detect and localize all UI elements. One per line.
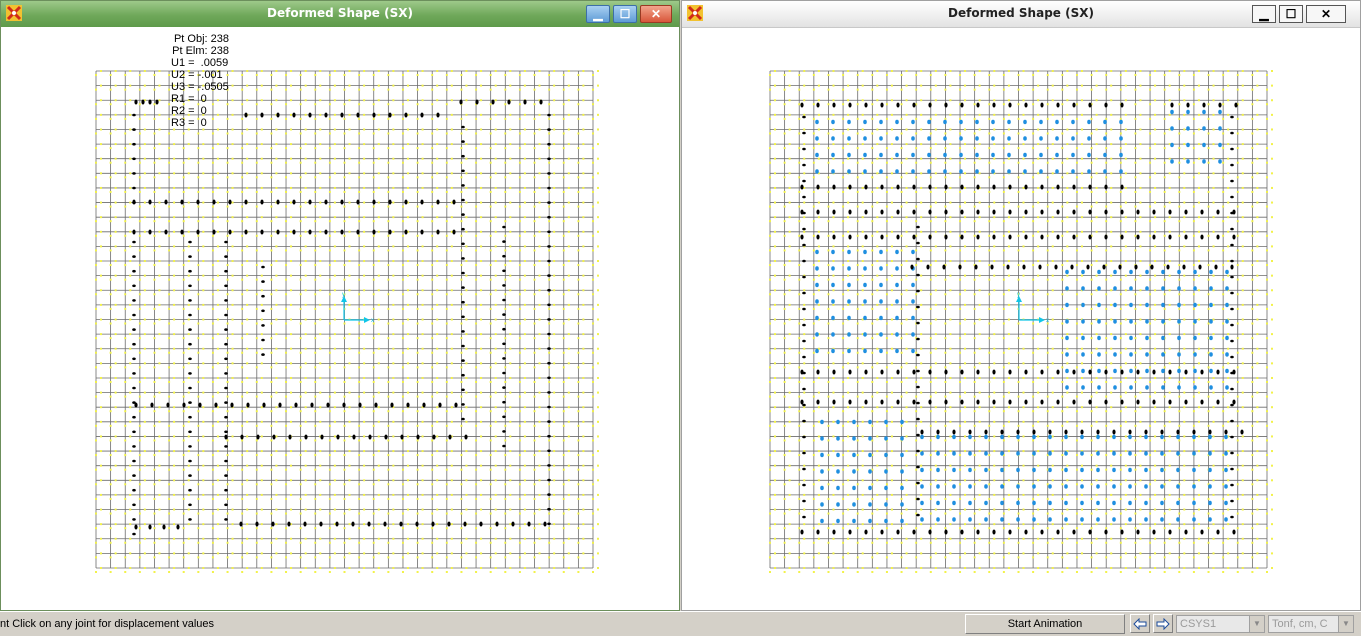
left-col-1 <box>132 114 136 204</box>
left-band-1 <box>132 199 455 204</box>
coordinate-system-select[interactable]: CSYS1 ▼ <box>1176 615 1265 633</box>
right-axes-icon <box>1016 296 1045 323</box>
right-col-3 <box>1230 116 1234 519</box>
status-bar: nt Click on any joint for displacement v… <box>0 611 1361 636</box>
r2-value: R2 = 0 <box>153 105 229 117</box>
start-animation-button[interactable]: Start Animation <box>965 614 1125 634</box>
arrow-right-icon <box>1156 618 1170 630</box>
left-model-canvas[interactable]: yx Pt Obj: 238 Pt Elm: 238 U1 = .0059 U2… <box>1 27 679 610</box>
left-bottom-left-dots <box>134 524 179 529</box>
u1-value: U1 = .0059 <box>153 57 229 69</box>
close-icon: ✕ <box>1321 7 1331 21</box>
right-mesh-joints <box>769 70 1273 573</box>
right-row-7 <box>800 399 1235 404</box>
right-row-3 <box>800 209 1235 214</box>
r1-value: R1 = 0 <box>153 93 229 105</box>
minimize-button[interactable]: ▁ <box>1252 5 1276 23</box>
right-shell-left <box>815 250 915 353</box>
maximize-button[interactable]: ☐ <box>1279 5 1303 23</box>
units-value: Tonf, cm, C <box>1272 618 1328 630</box>
arrow-left-icon <box>1133 618 1147 630</box>
right-titlebar[interactable]: Deformed Shape (SX) ▁ ☐ ✕ <box>682 1 1360 28</box>
right-row-5 <box>910 264 1233 269</box>
deformed-shape-plot-left[interactable]: yx <box>1 27 679 611</box>
maximize-icon: ☐ <box>620 7 631 21</box>
left-inner-col-4 <box>261 266 265 356</box>
units-select[interactable]: Tonf, cm, C ▼ <box>1268 615 1354 633</box>
r3-value: R3 = 0 <box>153 117 229 129</box>
left-band-2 <box>132 229 455 234</box>
right-row-1 <box>800 102 1123 107</box>
right-row-8 <box>920 429 1243 434</box>
minimize-icon: ▁ <box>593 7 602 21</box>
deformed-shape-plot-right[interactable]: yx <box>682 27 1360 611</box>
right-window[interactable]: Deformed Shape (SX) ▁ ☐ ✕ yx <box>681 0 1361 611</box>
close-button[interactable]: ✕ <box>1306 5 1346 23</box>
maximize-icon: ☐ <box>1286 7 1297 21</box>
next-step-button[interactable] <box>1153 614 1173 633</box>
u2-value: U2 = -.001 <box>153 69 229 81</box>
axis-y-label: y <box>342 292 345 298</box>
axis-y-label: y <box>1017 292 1020 298</box>
right-model-canvas[interactable]: yx <box>682 27 1360 610</box>
u3-value: U3 = -.0505 <box>153 81 229 93</box>
left-mesh-joints <box>95 70 599 573</box>
left-inner-col-1 <box>132 241 136 536</box>
minimize-icon: ▁ <box>1259 7 1268 21</box>
right-row-9 <box>800 529 1235 534</box>
left-right-col-1 <box>461 126 465 421</box>
axis-x-label: x <box>371 318 374 324</box>
right-row-2 <box>800 184 1123 189</box>
minimize-button[interactable]: ▁ <box>586 5 610 23</box>
window-title: Deformed Shape (SX) <box>1 6 679 20</box>
right-col-1 <box>802 116 806 519</box>
coordinate-system-value: CSYS1 <box>1180 618 1216 630</box>
right-shell-bottom-left <box>820 420 904 523</box>
axis-x-label: x <box>1046 318 1049 324</box>
right-shell-bottom <box>920 435 1228 522</box>
joint-displacement-readout: Pt Obj: 238 Pt Elm: 238 U1 = .0059 U2 = … <box>153 33 229 129</box>
right-col-2 <box>916 226 920 517</box>
pt-obj-label: Pt Obj: 238 <box>153 33 229 45</box>
status-message: nt Click on any joint for displacement v… <box>0 618 214 630</box>
right-row-10 <box>1170 102 1237 107</box>
right-row-6 <box>800 369 1235 374</box>
chevron-down-icon: ▼ <box>1249 616 1264 632</box>
left-inner-col-2 <box>188 241 192 521</box>
left-window[interactable]: Deformed Shape (SX) ▁ ☐ ✕ yx Pt Obj: 238… <box>0 0 680 611</box>
left-band-3 <box>134 402 457 407</box>
close-button[interactable]: ✕ <box>640 5 672 23</box>
pt-elm-label: Pt Elm: 238 <box>153 45 229 57</box>
left-titlebar[interactable]: Deformed Shape (SX) ▁ ☐ ✕ <box>1 1 679 27</box>
maximize-button[interactable]: ☐ <box>613 5 637 23</box>
close-icon: ✕ <box>651 7 661 21</box>
right-shell-top-right <box>1170 110 1222 164</box>
previous-step-button[interactable] <box>1130 614 1150 633</box>
chevron-down-icon: ▼ <box>1338 616 1353 632</box>
